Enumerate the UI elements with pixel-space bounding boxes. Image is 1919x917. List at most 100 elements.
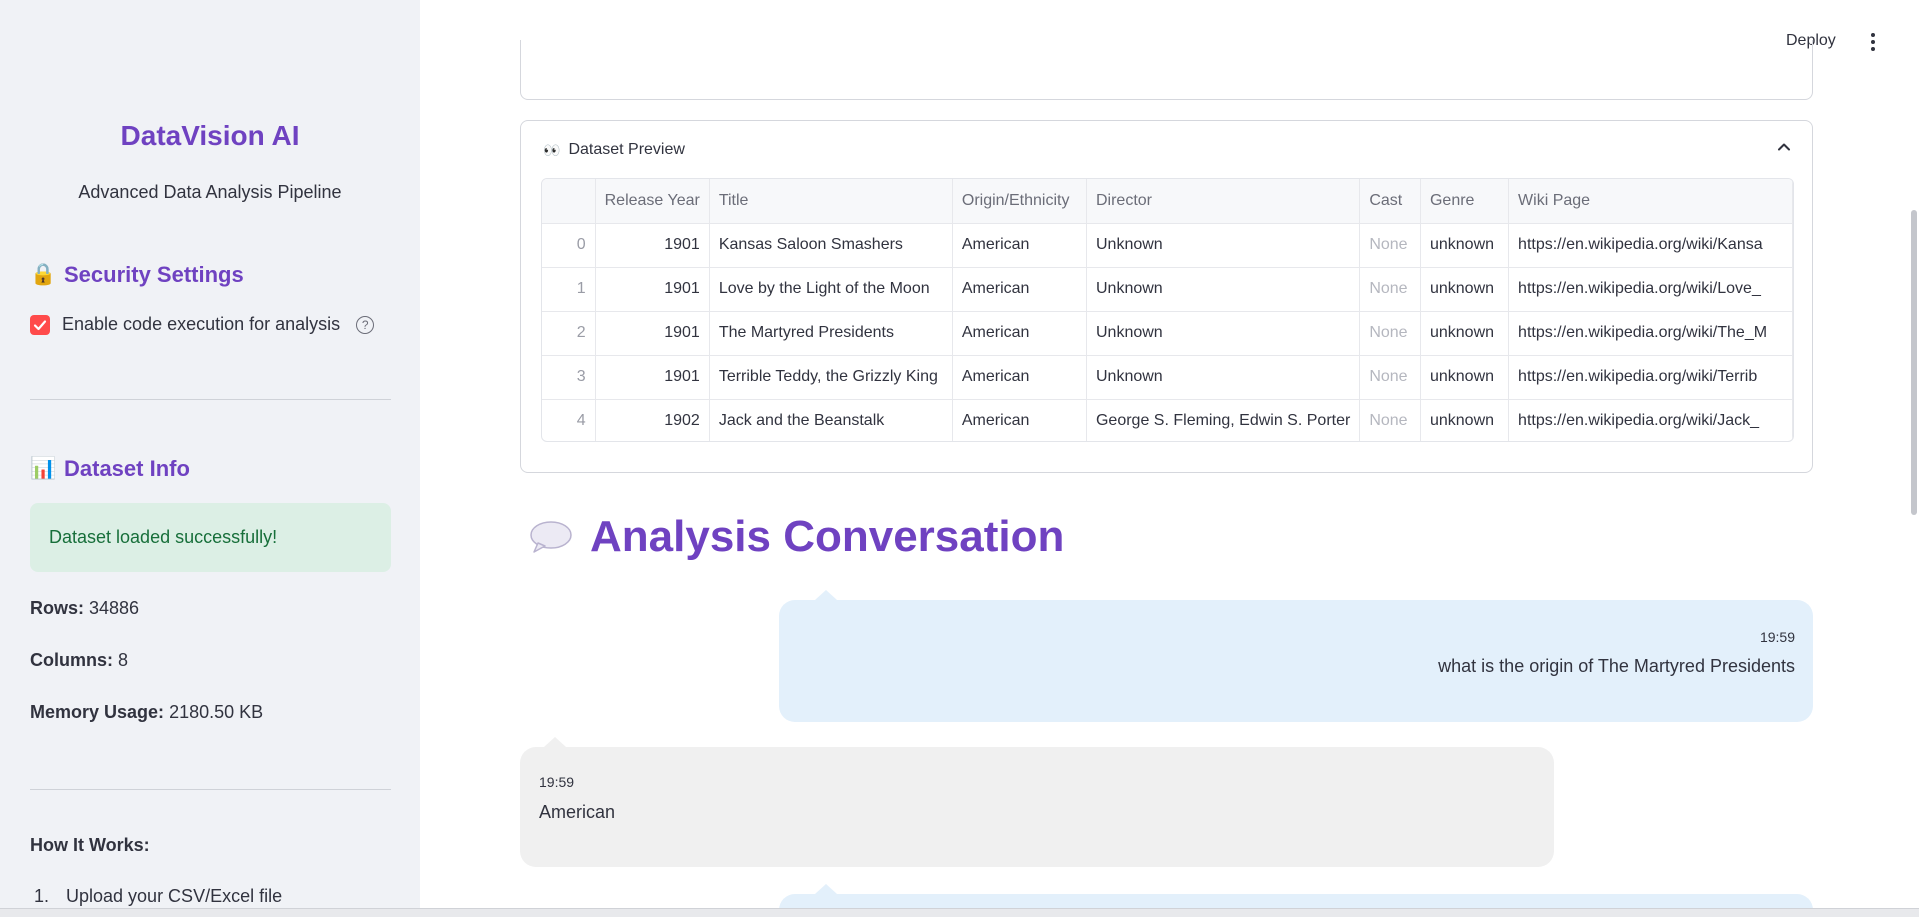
table-cell[interactable]: 4 [542, 399, 596, 441]
table-row: 2 1901 The Martyred Presidents American … [542, 311, 1793, 356]
table-cell[interactable]: Love by the Light of the Moon [709, 267, 953, 312]
table-cell[interactable]: None [1359, 311, 1421, 356]
how-it-works-title: How It Works: [30, 835, 150, 855]
sidebar: DataVision AI Advanced Data Analysis Pip… [0, 0, 420, 917]
table-cell[interactable]: https://en.wikipedia.org/wiki/Terrib [1508, 355, 1793, 400]
bar-chart-icon: 📊 [30, 457, 57, 480]
column-header[interactable] [542, 179, 596, 224]
table-cell[interactable]: 1901 [595, 311, 710, 356]
step-text: Upload your CSV/Excel file [66, 886, 283, 906]
table-cell[interactable]: unknown [1420, 399, 1510, 441]
rows-label: Rows: [30, 598, 84, 618]
table-cell[interactable]: Unknown [1086, 223, 1361, 268]
dataset-preview-header[interactable]: 👀 Dataset Preview [543, 141, 685, 159]
table-cell[interactable]: None [1359, 267, 1421, 312]
dataset-preview-title: Dataset Preview [568, 141, 685, 158]
table-cell[interactable]: None [1359, 355, 1421, 400]
how-it-works-step: 1. Upload your CSV/Excel file [34, 886, 282, 907]
table-cell[interactable]: 3 [542, 355, 596, 400]
table-cell[interactable]: https://en.wikipedia.org/wiki/Love_ [1508, 267, 1793, 312]
table-row: 4 1902 Jack and the Beanstalk American G… [542, 399, 1793, 441]
table-cell[interactable]: 1902 [595, 399, 710, 441]
table-cell[interactable]: American [952, 355, 1087, 400]
dataset-info-label: Dataset Info [64, 456, 190, 481]
help-icon[interactable]: ? [356, 315, 375, 334]
checkbox-checked[interactable] [30, 314, 50, 335]
speech-bubble-icon [530, 521, 572, 553]
column-header[interactable]: Origin/Ethnicity [952, 179, 1087, 224]
table-cell[interactable]: Jack and the Beanstalk [709, 399, 953, 441]
table-cell[interactable]: unknown [1420, 355, 1510, 400]
eyes-icon: 👀 [543, 141, 561, 158]
column-header[interactable]: Release Year [595, 179, 710, 224]
table-cell[interactable]: https://en.wikipedia.org/wiki/Jack_ [1508, 399, 1793, 441]
success-alert: Dataset loaded successfully! [30, 503, 391, 572]
table-cell[interactable]: American [952, 223, 1087, 268]
conversation-title: Analysis Conversation [590, 512, 1065, 561]
table-cell[interactable]: None [1359, 399, 1421, 441]
app-subtitle: Advanced Data Analysis Pipeline [78, 182, 342, 202]
table-row: 0 1901 Kansas Saloon Smashers American U… [542, 223, 1793, 268]
memory-value: 2180.50 KB [169, 702, 264, 722]
table-cell[interactable]: None [1359, 223, 1421, 268]
columns-label: Columns: [30, 650, 113, 670]
column-header[interactable]: Cast [1359, 179, 1421, 224]
table-cell[interactable]: Unknown [1086, 355, 1361, 400]
table-cell[interactable]: Unknown [1086, 267, 1361, 312]
table-cell[interactable]: unknown [1420, 311, 1510, 356]
table-row: 3 1901 Terrible Teddy, the Grizzly King … [542, 355, 1793, 400]
chevron-up-icon[interactable] [1776, 139, 1792, 155]
more-options-icon[interactable] [1863, 30, 1883, 54]
table-header-row: Release Year Title Origin/Ethnicity Dire… [542, 179, 1793, 224]
table-cell[interactable]: Terrible Teddy, the Grizzly King [709, 355, 953, 400]
table-cell[interactable]: American [952, 399, 1087, 441]
vertical-scrollbar[interactable] [1911, 210, 1917, 515]
table-cell[interactable]: unknown [1420, 267, 1510, 312]
table-cell[interactable]: unknown [1420, 223, 1510, 268]
columns-value: 8 [118, 650, 129, 670]
security-settings-label: Security Settings [64, 262, 244, 287]
column-header[interactable]: Wiki Page [1508, 179, 1793, 224]
column-header[interactable]: Director [1086, 179, 1361, 224]
column-header[interactable]: Title [709, 179, 953, 224]
message-text: American [539, 802, 616, 822]
memory-info: Memory Usage: 2180.50 KB [30, 702, 263, 723]
rows-info: Rows: 34886 [30, 598, 139, 619]
sidebar-divider [30, 789, 391, 790]
column-header[interactable]: Genre [1420, 179, 1510, 224]
bottom-bar [0, 908, 1919, 917]
table-cell[interactable]: George S. Fleming, Edwin S. Porter [1086, 399, 1361, 441]
table-cell[interactable]: https://en.wikipedia.org/wiki/The_M [1508, 311, 1793, 356]
dataset-info-heading: 📊 Dataset Info [30, 456, 190, 482]
table-row: 1 1901 Love by the Light of the Moon Ame… [542, 267, 1793, 312]
table-cell[interactable]: 1901 [595, 267, 710, 312]
dataset-preview-expander: 👀 Dataset Preview Release Year Title Ori… [520, 120, 1813, 473]
table-cell[interactable]: The Martyred Presidents [709, 311, 953, 356]
memory-label: Memory Usage: [30, 702, 165, 722]
step-number: 1. [34, 886, 50, 906]
conversation-heading: Analysis Conversation [528, 512, 1064, 562]
code-execution-toggle[interactable]: Enable code execution for analysis ? [30, 314, 375, 335]
table-cell[interactable]: 1901 [595, 223, 710, 268]
app-title: DataVision AI [120, 120, 300, 151]
code-execution-label: Enable code execution for analysis [62, 314, 341, 334]
data-table[interactable]: Release Year Title Origin/Ethnicity Dire… [541, 178, 1794, 442]
table-cell[interactable]: https://en.wikipedia.org/wiki/Kansa [1508, 223, 1793, 268]
columns-info: Columns: 8 [30, 650, 128, 671]
table-cell[interactable]: American [952, 311, 1087, 356]
sidebar-divider [30, 399, 391, 400]
assistant-message: 19:59 American [520, 737, 1554, 867]
table-cell[interactable]: American [952, 267, 1087, 312]
table-cell[interactable]: 1 [542, 267, 596, 312]
table-cell[interactable]: 1901 [595, 355, 710, 400]
success-message: Dataset loaded successfully! [49, 527, 278, 547]
message-timestamp: 19:59 [539, 774, 575, 790]
table-cell[interactable]: Kansas Saloon Smashers [709, 223, 953, 268]
table-cell[interactable]: 0 [542, 223, 596, 268]
collapsed-section [520, 40, 1813, 100]
rows-value: 34886 [89, 598, 140, 618]
table-cell[interactable]: Unknown [1086, 311, 1361, 356]
security-settings-heading: 🔒 Security Settings [30, 262, 244, 288]
message-text: what is the origin of The Martyred Presi… [1438, 656, 1795, 676]
table-cell[interactable]: 2 [542, 311, 596, 356]
